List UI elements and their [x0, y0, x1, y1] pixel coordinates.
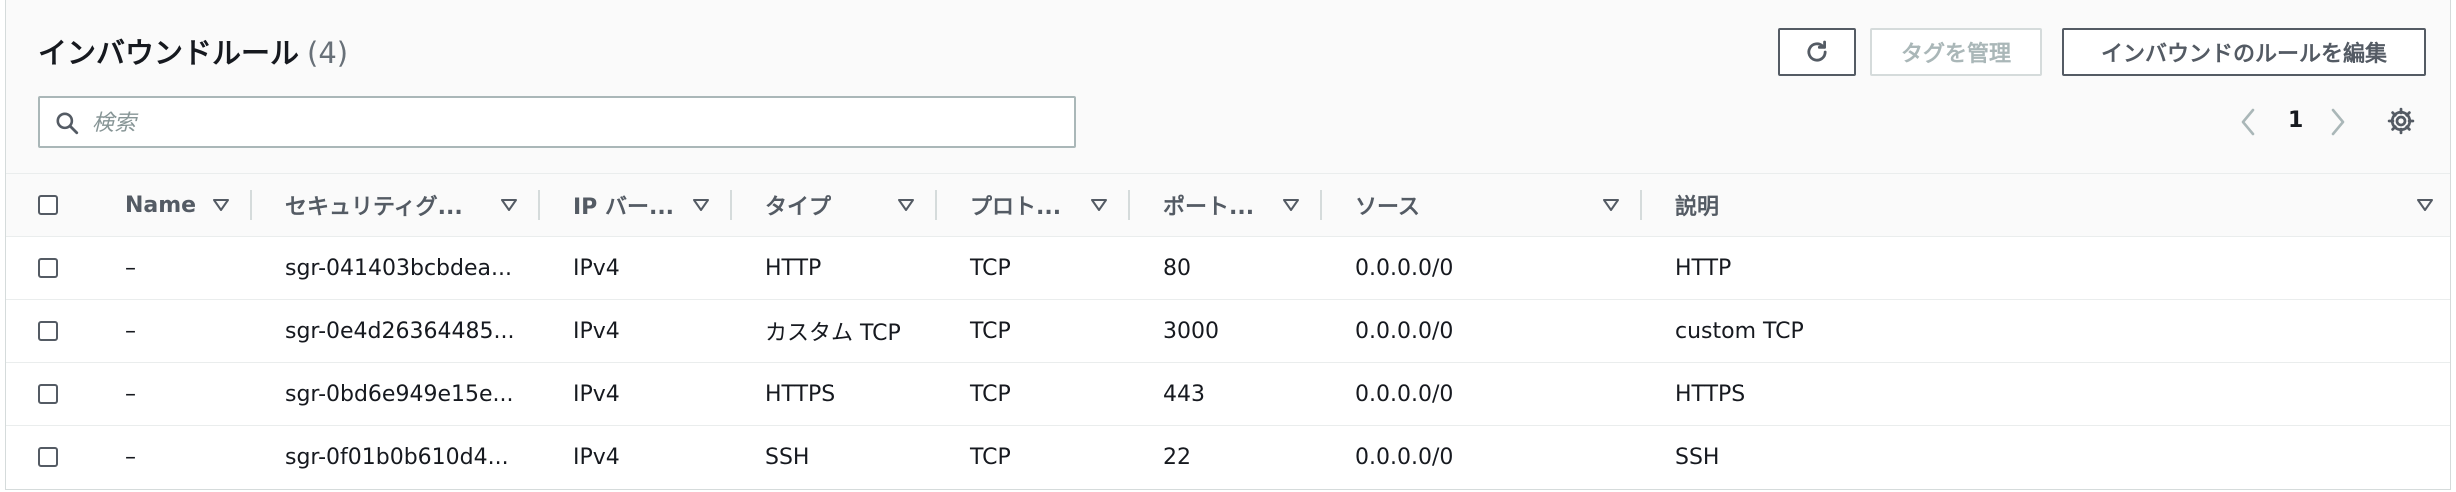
caret-down-icon[interactable] — [2416, 198, 2434, 212]
cell-port: 3000 — [1163, 318, 1219, 344]
edit-inbound-rules-button[interactable]: インバウンドのルールを編集 — [2062, 28, 2426, 76]
cell-protocol: TCP — [970, 444, 1011, 470]
cell-protocol: TCP — [970, 381, 1011, 407]
refresh-button[interactable] — [1778, 28, 1856, 76]
column-divider[interactable] — [1640, 190, 1642, 220]
column-header-ip-version[interactable]: IP バー... — [573, 174, 674, 236]
column-divider[interactable] — [935, 190, 937, 220]
inbound-rules-panel: インバウンドルール(4) タグを管理 インバウンドのルールを編集 1 — [5, 0, 2451, 490]
caret-down-icon[interactable] — [1602, 198, 1620, 212]
cell-sg-rule-id[interactable]: sgr-0bd6e949e15e... — [285, 363, 514, 425]
table-row[interactable]: – sgr-0f01b0b610d4... IPv4 SSH TCP 22 0.… — [6, 426, 2450, 488]
manage-tags-button[interactable]: タグを管理 — [1870, 28, 2042, 76]
cell-description: HTTP — [1675, 255, 1732, 281]
column-header-port[interactable]: ポート... — [1163, 174, 1254, 236]
gear-icon — [2387, 107, 2415, 135]
cell-port: 22 — [1163, 444, 1191, 470]
table-row[interactable]: – sgr-0e4d26364485... IPv4 カスタム TCP TCP … — [6, 300, 2450, 363]
preferences-button[interactable] — [2386, 106, 2416, 140]
cell-description: SSH — [1675, 444, 1720, 470]
cell-port: 443 — [1163, 381, 1205, 407]
column-header-type[interactable]: タイプ — [765, 174, 831, 236]
row-checkbox[interactable] — [38, 384, 58, 404]
search-input[interactable] — [90, 104, 1054, 142]
cell-description: custom TCP — [1675, 318, 1804, 344]
previous-page-button[interactable] — [2238, 104, 2258, 140]
cell-ip-version: IPv4 — [573, 255, 620, 281]
cell-type: HTTP — [765, 255, 822, 281]
table-row[interactable]: – sgr-041403bcbdea... IPv4 HTTP TCP 80 0… — [6, 237, 2450, 300]
caret-down-icon[interactable] — [1090, 198, 1108, 212]
column-divider[interactable] — [1320, 190, 1322, 220]
column-header-name[interactable]: Name — [125, 174, 196, 236]
cell-type: HTTPS — [765, 381, 836, 407]
current-page-number[interactable]: 1 — [2288, 108, 2303, 133]
column-header-sg-rule-id[interactable]: セキュリティグ... — [285, 174, 463, 236]
table-header: Name セキュリティグ... IP バー... タイプ プロト... ポート.… — [6, 174, 2450, 237]
panel-title: インバウンドルール (4) — [38, 30, 348, 72]
column-divider[interactable] — [730, 190, 732, 220]
caret-down-icon[interactable] — [212, 198, 230, 212]
row-checkbox[interactable] — [38, 258, 58, 278]
cell-name: – — [125, 318, 136, 344]
caret-down-icon[interactable] — [692, 198, 710, 212]
table-row[interactable]: – sgr-0bd6e949e15e... IPv4 HTTPS TCP 443… — [6, 363, 2450, 426]
select-all-checkbox[interactable] — [38, 195, 58, 215]
cell-name: – — [125, 444, 136, 470]
cell-type: SSH — [765, 444, 810, 470]
refresh-icon — [1807, 40, 1827, 62]
next-page-button[interactable] — [2328, 104, 2348, 140]
column-header-description[interactable]: 説明 — [1675, 174, 1719, 236]
cell-source: 0.0.0.0/0 — [1355, 255, 1454, 281]
row-checkbox[interactable] — [38, 321, 58, 341]
search-icon — [56, 112, 79, 135]
caret-down-icon[interactable] — [1282, 198, 1300, 212]
chevron-left-icon — [2241, 108, 2255, 136]
cell-sg-rule-id[interactable]: sgr-041403bcbdea... — [285, 237, 512, 299]
column-divider[interactable] — [538, 190, 540, 220]
cell-source: 0.0.0.0/0 — [1355, 381, 1454, 407]
cell-ip-version: IPv4 — [573, 444, 620, 470]
cell-sg-rule-id[interactable]: sgr-0f01b0b610d4... — [285, 426, 509, 488]
panel-header: インバウンドルール(4) タグを管理 インバウンドのルールを編集 1 — [6, 0, 2450, 174]
cell-name: – — [125, 381, 136, 407]
cell-protocol: TCP — [970, 318, 1011, 344]
column-divider[interactable] — [250, 190, 252, 220]
row-checkbox[interactable] — [38, 447, 58, 467]
caret-down-icon[interactable] — [500, 198, 518, 212]
cell-port: 80 — [1163, 255, 1191, 281]
chevron-right-icon — [2331, 108, 2345, 136]
panel-title-text: インバウンドルール — [38, 36, 300, 70]
cell-name: – — [125, 255, 136, 281]
cell-type: カスタム TCP — [765, 321, 901, 346]
cell-protocol: TCP — [970, 255, 1011, 281]
cell-source: 0.0.0.0/0 — [1355, 444, 1454, 470]
cell-ip-version: IPv4 — [573, 381, 620, 407]
column-divider[interactable] — [1128, 190, 1130, 220]
cell-description: HTTPS — [1675, 381, 1746, 407]
cell-sg-rule-id[interactable]: sgr-0e4d26364485... — [285, 300, 514, 362]
column-header-source[interactable]: ソース — [1355, 174, 1420, 236]
search-field[interactable] — [38, 96, 1076, 148]
caret-down-icon[interactable] — [897, 198, 915, 212]
column-header-protocol[interactable]: プロト... — [970, 174, 1061, 236]
cell-ip-version: IPv4 — [573, 318, 620, 344]
cell-source: 0.0.0.0/0 — [1355, 318, 1454, 344]
rule-count: (4) — [307, 36, 349, 70]
